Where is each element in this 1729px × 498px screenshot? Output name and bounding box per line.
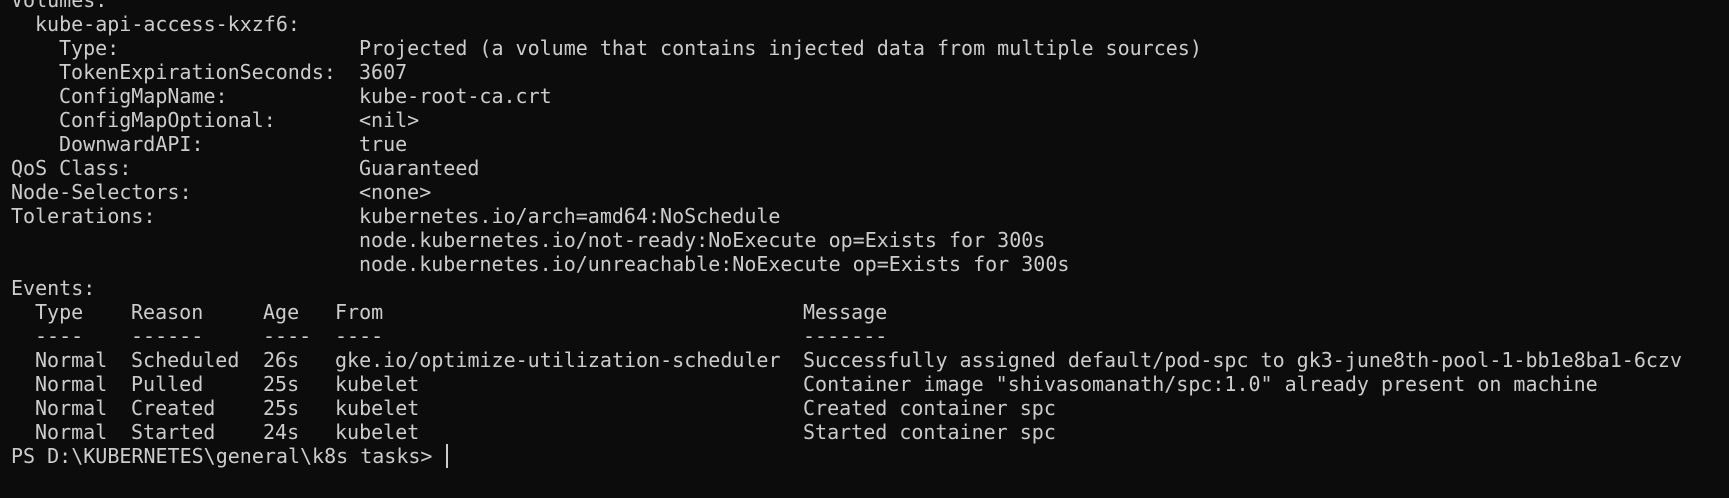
field-key: DownwardAPI: bbox=[59, 132, 204, 156]
event-reason: Created bbox=[131, 396, 216, 420]
text-cursor bbox=[446, 444, 449, 468]
event-row: Normal Scheduled 26s gke.io/optimize-utiliz… bbox=[11, 348, 1682, 372]
command-prompt[interactable]: PS D:\KUBERNETES\general\k8s tasks> bbox=[11, 444, 1682, 468]
event-type: Normal bbox=[35, 348, 108, 372]
column-header: Reason bbox=[131, 300, 204, 324]
event-message: Created container spc bbox=[803, 396, 1056, 420]
pod-field: Tolerations: kubernetes.io/arch=amd64:NoS… bbox=[11, 204, 1682, 228]
column-header: Type bbox=[35, 300, 84, 324]
field-key: Node-Selectors: bbox=[11, 180, 192, 204]
toleration-line: node.kubernetes.io/unreachable:NoExecute… bbox=[359, 252, 1070, 276]
volume-field: Type: Projected (a volume that contains i… bbox=[11, 36, 1682, 60]
event-type: Normal bbox=[35, 372, 108, 396]
separator: ---- bbox=[335, 324, 384, 348]
event-age: 24s bbox=[263, 420, 300, 444]
volume-name: kube-api-access-kxzf6: bbox=[35, 12, 300, 36]
field-value: <nil> bbox=[359, 108, 420, 132]
separator: ------- bbox=[803, 324, 888, 348]
column-header: From bbox=[335, 300, 384, 324]
field-value: kube-root-ca.crt bbox=[359, 84, 552, 108]
field-key: ConfigMapOptional: bbox=[59, 108, 276, 132]
separator: ------ bbox=[131, 324, 204, 348]
pod-field: Node-Selectors: <none> bbox=[11, 180, 1682, 204]
event-row: Normal Pulled 25s kubelet Container image "s… bbox=[11, 372, 1682, 396]
event-message: Started container spc bbox=[803, 420, 1056, 444]
column-header: Message bbox=[803, 300, 888, 324]
prompt-text: PS D:\KUBERNETES\general\k8s tasks> bbox=[11, 444, 445, 468]
field-value: 3607 bbox=[359, 60, 408, 84]
events-separator: ---- ------ ---- ---- ------- bbox=[11, 324, 1682, 348]
column-header: Age bbox=[263, 300, 300, 324]
event-from: kubelet bbox=[335, 396, 420, 420]
event-message: Successfully assigned default/pod-spc to… bbox=[803, 348, 1682, 372]
event-type: Normal bbox=[35, 396, 108, 420]
event-row: Normal Created 25s kubelet Created container… bbox=[11, 396, 1682, 420]
field-key: Type: bbox=[59, 36, 120, 60]
event-reason: Pulled bbox=[131, 372, 204, 396]
toleration-line: node.kubernetes.io/not-ready:NoExecute o… bbox=[359, 228, 1046, 252]
event-from: kubelet bbox=[335, 372, 420, 396]
field-value: kubernetes.io/arch=amd64:NoSchedule bbox=[359, 204, 781, 228]
field-key: QoS Class: bbox=[11, 156, 132, 180]
event-age: 25s bbox=[263, 396, 300, 420]
pod-field: QoS Class: Guaranteed bbox=[11, 156, 1682, 180]
volume-field: ConfigMapOptional: <nil> bbox=[11, 108, 1682, 132]
field-value: Guaranteed bbox=[359, 156, 480, 180]
separator: ---- bbox=[263, 324, 312, 348]
separator: ---- bbox=[35, 324, 84, 348]
volume-field: DownwardAPI: true bbox=[11, 132, 1682, 156]
event-reason: Scheduled bbox=[131, 348, 240, 372]
event-type: Normal bbox=[35, 420, 108, 444]
event-message: Container image "shivasomanath/spc:1.0" … bbox=[803, 372, 1598, 396]
volume-field: ConfigMapName: kube-root-ca.crt bbox=[11, 84, 1682, 108]
volumes-header: Volumes: bbox=[11, 0, 108, 12]
field-key: Tolerations: bbox=[11, 204, 156, 228]
volume-field: TokenExpirationSeconds: 3607 bbox=[11, 60, 1682, 84]
terminal-output: Volumes: kube-api-access-kxzf6: Type: Pro… bbox=[11, 0, 1682, 468]
event-row: Normal Started 24s kubelet Started container… bbox=[11, 420, 1682, 444]
field-key: ConfigMapName: bbox=[59, 84, 228, 108]
events-header: Events: bbox=[11, 276, 96, 300]
field-key: TokenExpirationSeconds: bbox=[59, 60, 336, 84]
field-value: Projected (a volume that contains inject… bbox=[359, 36, 1202, 60]
event-from: gke.io/optimize-utilization-scheduler bbox=[335, 348, 781, 372]
event-age: 26s bbox=[263, 348, 300, 372]
event-age: 25s bbox=[263, 372, 300, 396]
terminal-window[interactable]: Volumes: kube-api-access-kxzf6: Type: Pro… bbox=[0, 0, 1729, 498]
event-reason: Started bbox=[131, 420, 216, 444]
field-value: true bbox=[359, 132, 408, 156]
events-columns: Type Reason Age From Message bbox=[11, 300, 1682, 324]
event-from: kubelet bbox=[335, 420, 420, 444]
field-value: <none> bbox=[359, 180, 432, 204]
